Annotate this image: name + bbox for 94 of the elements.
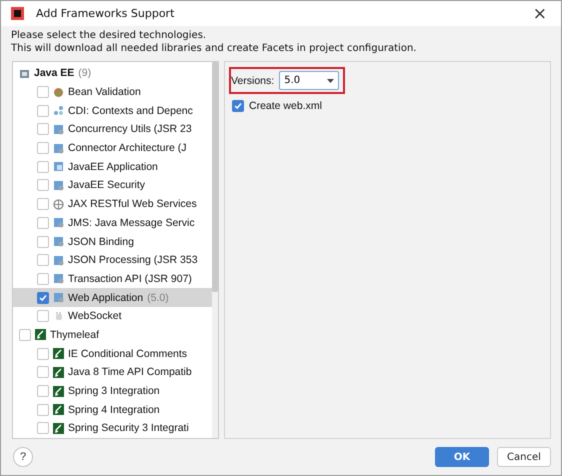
module-icon — [53, 124, 64, 135]
leaf-icon — [53, 422, 64, 434]
tree-row[interactable]: Spring Security 3 Integrati — [13, 419, 212, 438]
cancel-button[interactable]: Cancel — [497, 447, 551, 467]
window-title: Add Frameworks Support — [36, 7, 176, 20]
tree-row[interactable]: Spring 4 Integration — [13, 400, 212, 420]
checkbox[interactable] — [37, 179, 49, 192]
leaf-icon — [53, 404, 64, 416]
checkbox[interactable] — [37, 104, 49, 117]
checkbox-label: Create web.xml — [249, 100, 322, 112]
tree-row[interactable]: Java 8 Time API Compatib — [13, 363, 212, 382]
description-text: Please select the desired technologies. — [11, 30, 208, 41]
checkbox[interactable] — [37, 123, 49, 136]
ok-button[interactable]: OK — [435, 447, 489, 467]
tree-item-label: Transaction API (JSR 907) — [68, 272, 192, 285]
tree-item-label: JavaEE Security — [68, 179, 146, 192]
leaf-icon — [53, 386, 64, 397]
checkbox[interactable] — [37, 385, 49, 398]
checkbox[interactable] — [37, 366, 49, 378]
tree-item-label: Java 8 Time API Compatib — [68, 366, 192, 378]
checkbox[interactable] — [37, 272, 49, 285]
module-icon — [53, 180, 64, 191]
leaf-icon — [53, 348, 64, 360]
tree-item-label: Web Application — [68, 292, 144, 304]
tree-row[interactable]: CDI: Contexts and Depenc — [13, 101, 212, 120]
checkbox[interactable] — [37, 86, 49, 98]
tree-row[interactable]: WebSocket — [13, 306, 212, 326]
checkbox[interactable] — [37, 236, 49, 248]
checkbox[interactable] — [37, 254, 49, 266]
tree-item-label: CDI: Contexts and Depenc — [68, 104, 193, 117]
tree-row[interactable]: Connector Architecture (J — [13, 138, 212, 158]
tree-item-label: JMS: Java Message Servic — [68, 216, 195, 229]
module-icon — [19, 68, 30, 79]
tree-item-label: Connector Architecture (J — [68, 142, 186, 154]
plug-icon — [53, 310, 64, 322]
tree-row[interactable]: Thymeleaf — [13, 326, 212, 344]
tree-row[interactable]: Concurrency Utils (JSR 23 — [13, 120, 212, 139]
tree-row[interactable]: Transaction API (JSR 907) — [13, 270, 212, 288]
checkbox[interactable] — [37, 292, 49, 304]
tree-row[interactable]: JMS: Java Message Servic — [13, 214, 212, 232]
tree-row[interactable]: Spring 3 Integration — [13, 382, 212, 400]
tree-item-label: JavaEE Application — [68, 160, 158, 173]
module-icon — [53, 236, 64, 248]
checkbox[interactable] — [37, 348, 49, 360]
tree-item-label: Spring Security 3 Integrati — [68, 422, 189, 434]
leaf-icon — [53, 366, 64, 378]
checkbox[interactable] — [37, 404, 49, 416]
tree-row-selected[interactable]: Web Application (5.0) — [13, 288, 212, 307]
tree-item-label: Bean Validation — [68, 86, 141, 98]
globe-icon — [53, 198, 64, 210]
tree-item-label: JAX RESTful Web Services — [68, 198, 197, 210]
nodes-icon — [53, 105, 64, 116]
tree-item-label: JSON Processing (JSR 353 — [68, 254, 198, 266]
version-label: (5.0) — [147, 292, 169, 304]
checkbox[interactable] — [232, 100, 244, 112]
tree-row[interactable]: JAX RESTful Web Services — [13, 194, 212, 214]
close-button[interactable]: × — [528, 4, 551, 24]
leaf-icon — [35, 329, 46, 340]
version-dropdown[interactable]: 5.0 — [279, 71, 340, 90]
tree-item-label: Spring 4 Integration — [68, 404, 160, 416]
versions-label: Versions: — [231, 74, 274, 86]
tree-item-label: WebSocket — [68, 310, 122, 322]
item-count: (9) — [78, 67, 92, 80]
tree-item-label: Spring 3 Integration — [68, 385, 160, 398]
description-text: This will download all needed libraries and create Facets in project configuration. — [11, 43, 418, 54]
module-icon — [53, 292, 64, 304]
module-icon — [53, 273, 64, 284]
tree-item-label: Thymeleaf — [50, 328, 100, 341]
checkbox[interactable] — [19, 328, 31, 341]
tree-row[interactable]: JSON Binding — [13, 232, 212, 251]
checkbox[interactable] — [37, 216, 49, 229]
caret-icon — [327, 78, 334, 82]
help-button[interactable]: ? — [13, 447, 33, 467]
tree-row[interactable]: JavaEE Security — [13, 176, 212, 195]
tree-row[interactable]: JavaEE Application — [13, 157, 212, 176]
module-icon — [53, 161, 64, 172]
module-icon — [53, 254, 64, 266]
tree-item-label: Java EE — [34, 67, 74, 80]
tree-item-label: Concurrency Utils (JSR 23 — [68, 123, 192, 136]
bean-icon — [53, 86, 64, 98]
checkbox[interactable] — [37, 422, 49, 434]
checkbox[interactable] — [37, 142, 49, 154]
app-logo-icon — [11, 7, 24, 20]
tree-item-label: IE Conditional Comments — [68, 348, 188, 360]
tree-item-label: JSON Binding — [68, 236, 134, 248]
checkbox[interactable] — [37, 160, 49, 173]
tree-row[interactable]: IE Conditional Comments — [13, 344, 212, 363]
tree-row[interactable]: JSON Processing (JSR 353 — [13, 250, 212, 270]
tree-row[interactable]: Java EE (9) — [13, 64, 212, 83]
checkbox[interactable] — [37, 310, 49, 322]
module-icon — [53, 217, 64, 228]
tree-row[interactable]: Bean Validation — [13, 82, 212, 102]
checkbox[interactable] — [37, 198, 49, 210]
module-icon — [53, 142, 64, 154]
